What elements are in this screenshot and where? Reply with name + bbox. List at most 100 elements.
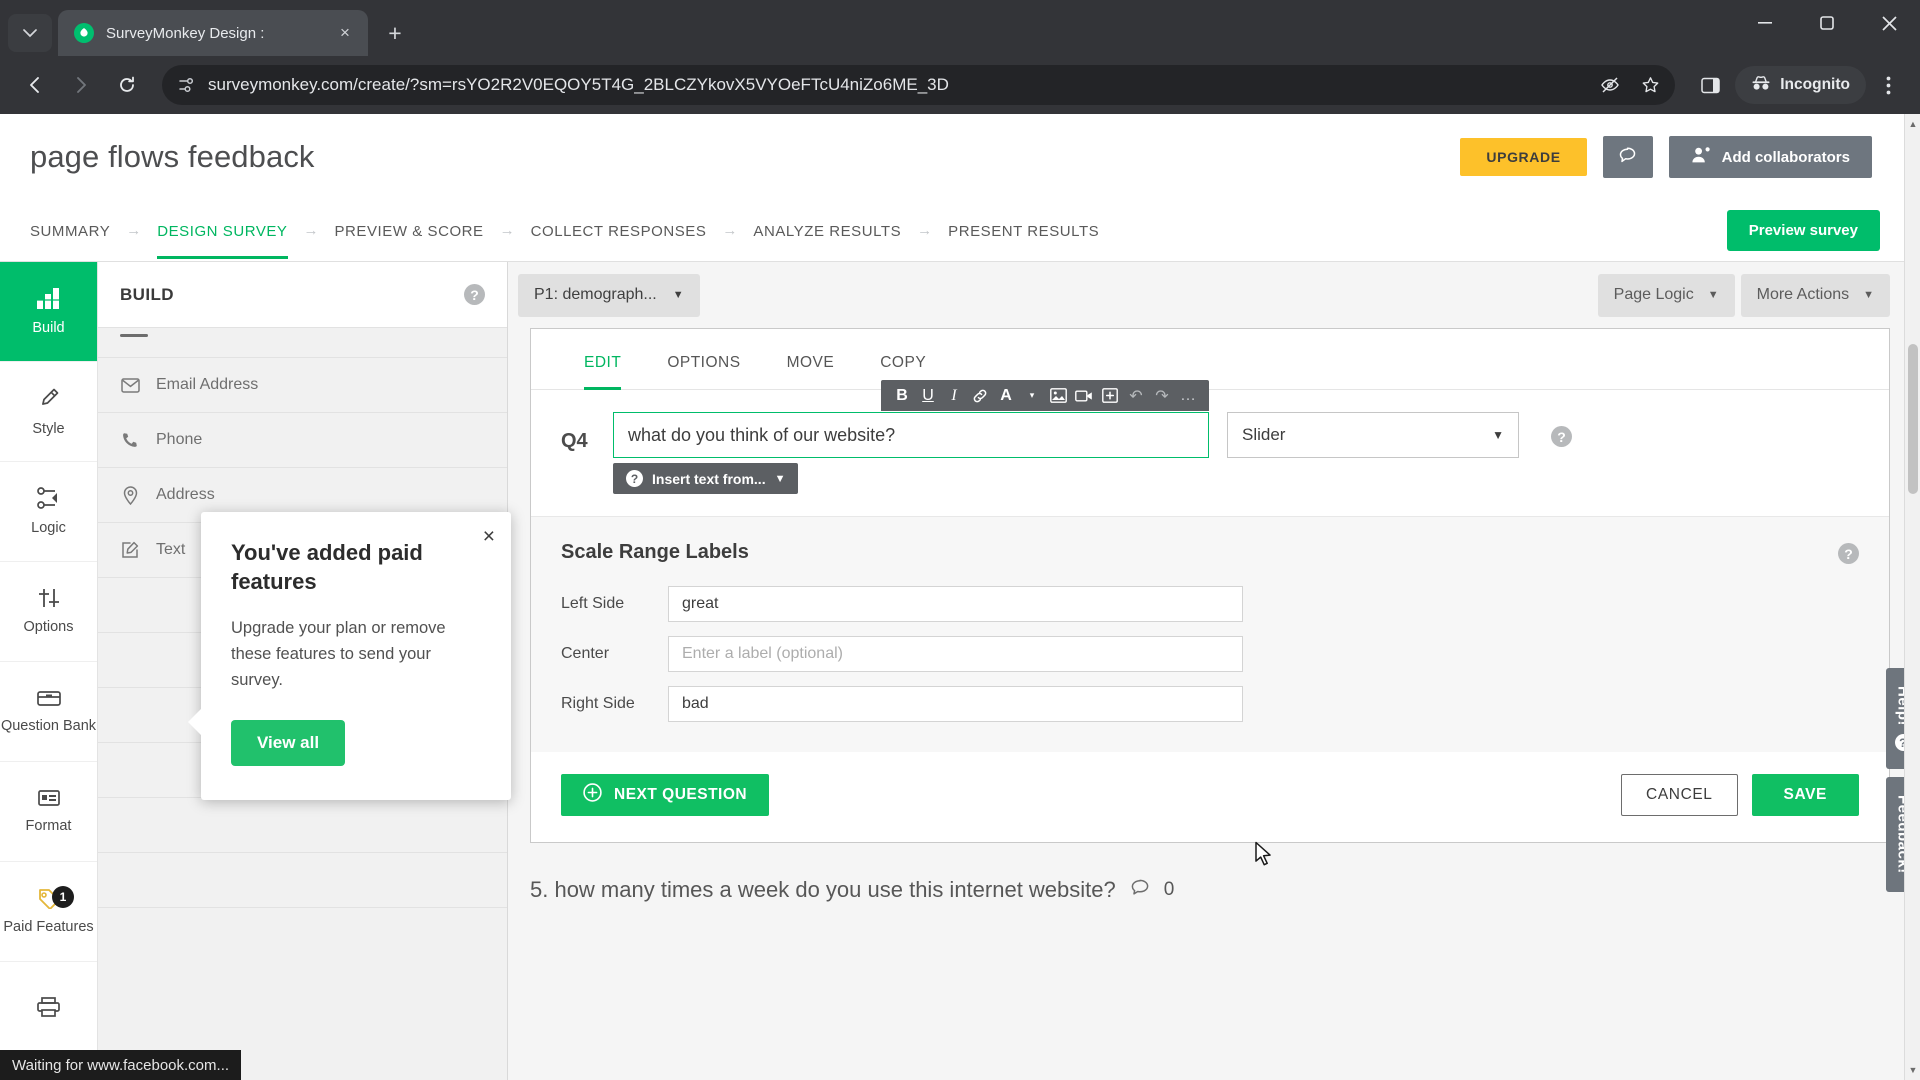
close-window-icon[interactable] — [1858, 0, 1920, 46]
close-icon[interactable]: × — [483, 526, 495, 547]
question-input-wrapper: B U I A ▾ ↶ ↷ … what do you think of our… — [613, 380, 1209, 494]
minimize-icon[interactable] — [1734, 0, 1796, 46]
reload-icon[interactable] — [106, 64, 148, 106]
insert-image-icon[interactable] — [1045, 382, 1071, 410]
help-icon: ? — [626, 470, 643, 487]
sliders-icon — [36, 587, 62, 613]
bold-icon[interactable]: B — [889, 382, 915, 410]
more-actions-dropdown[interactable]: More Actions ▼ — [1740, 273, 1890, 317]
scale-input-right[interactable] — [668, 686, 1243, 722]
tab-title: SurveyMonkey Design : — [106, 24, 265, 42]
tab-edit[interactable]: EDIT — [561, 329, 644, 390]
link-icon[interactable] — [967, 382, 993, 410]
bookmark-star-icon[interactable] — [1633, 68, 1667, 102]
incognito-indicator[interactable]: Incognito — [1735, 66, 1866, 104]
new-tab-button[interactable]: + — [378, 16, 412, 50]
undo-icon[interactable]: ↶ — [1123, 382, 1149, 410]
sidebar-label-build: Build — [32, 320, 65, 337]
question-type-row[interactable] — [98, 853, 507, 908]
site-settings-icon[interactable] — [178, 76, 196, 94]
font-color-icon[interactable]: A — [993, 382, 1019, 410]
nav-arrow-icon: → — [917, 222, 933, 239]
sidebar-item-build[interactable]: Build — [0, 262, 97, 362]
insert-video-icon[interactable] — [1071, 382, 1097, 410]
page-logic-dropdown[interactable]: Page Logic ▼ — [1597, 273, 1735, 317]
question-text-input[interactable] — [613, 412, 1209, 458]
more-options-icon[interactable]: … — [1175, 382, 1201, 410]
scale-help-icon[interactable]: ? — [1838, 543, 1859, 564]
scale-input-left[interactable] — [668, 586, 1243, 622]
underline-icon[interactable]: U — [915, 382, 941, 410]
nav-step-analyze-results[interactable]: ANALYZE RESULTS — [753, 203, 901, 259]
page-toolbar-actions: Page Logic ▼ More Actions ▼ — [1597, 273, 1890, 317]
maximize-icon[interactable] — [1796, 0, 1858, 46]
more-actions-label: More Actions — [1756, 286, 1850, 303]
sidebar-label-style: Style — [32, 420, 65, 437]
page-title[interactable]: page flows feedback — [30, 139, 315, 175]
scroll-up-icon[interactable]: ▲ — [1905, 116, 1920, 132]
tab-options[interactable]: OPTIONS — [644, 329, 763, 389]
address-bar[interactable]: surveymonkey.com/create/?sm=rsYO2R2V0EQO… — [162, 65, 1676, 105]
scrollbar-thumb[interactable] — [1908, 344, 1918, 494]
question-type-email-address[interactable]: Email Address — [98, 358, 507, 413]
nav-step-preview-score[interactable]: PREVIEW & SCORE — [335, 203, 484, 259]
question-type-help-icon[interactable]: ? — [1551, 426, 1572, 447]
chevron-down-icon: ▼ — [1863, 289, 1874, 301]
nav-arrow-icon: → — [499, 222, 515, 239]
question-type-phone[interactable]: Phone — [98, 413, 507, 468]
next-question-button[interactable]: NEXT QUESTION — [561, 774, 770, 816]
question-type-label: Text — [156, 541, 186, 558]
location-pin-icon — [120, 485, 140, 505]
back-icon[interactable] — [14, 64, 56, 106]
browser-menu-icon[interactable] — [1870, 67, 1906, 103]
tab-search-button[interactable] — [8, 14, 52, 52]
sidebar-item-style[interactable]: Style — [0, 362, 97, 462]
cancel-button[interactable]: CANCEL — [1621, 774, 1738, 816]
view-all-button[interactable]: View all — [231, 719, 346, 766]
nav-step-summary[interactable]: SUMMARY — [30, 203, 110, 259]
question-type-row[interactable] — [98, 798, 507, 853]
comment-bubble-icon[interactable] — [1130, 878, 1150, 902]
sidebar-item-paid-features[interactable]: 1 Paid Features — [0, 862, 97, 962]
sidebar-item-format[interactable]: Format — [0, 762, 97, 862]
sidebar-item-question-bank[interactable]: Question Bank — [0, 662, 97, 762]
side-panel-icon[interactable] — [1689, 64, 1731, 106]
page-selector[interactable]: P1: demograph... ▼ — [518, 273, 700, 317]
nav-step-design-survey[interactable]: DESIGN SURVEY — [157, 203, 288, 259]
insert-text-from-button[interactable]: ? Insert text from... ▼ — [613, 463, 799, 494]
insert-media-icon[interactable] — [1097, 382, 1123, 410]
page-logic-label: Page Logic — [1613, 286, 1694, 303]
italic-icon[interactable]: I — [941, 382, 967, 410]
question-type-dropdown[interactable]: Slider ▼ — [1227, 412, 1519, 458]
upgrade-button[interactable]: UPGRADE — [1460, 138, 1587, 176]
url-text: surveymonkey.com/create/?sm=rsYO2R2V0EQO… — [208, 75, 949, 94]
save-button[interactable]: SAVE — [1751, 774, 1859, 816]
font-color-caret-icon[interactable]: ▾ — [1019, 382, 1045, 410]
nav-arrow-icon: → — [722, 222, 738, 239]
question-type-partial-row[interactable] — [98, 334, 507, 358]
sidebar-item-logic[interactable]: Logic — [0, 462, 97, 562]
question-type-label: Phone — [156, 431, 203, 448]
sidebar-label-question-bank: Question Bank — [0, 718, 97, 735]
scroll-down-icon[interactable]: ▼ — [1905, 1062, 1920, 1078]
forward-icon[interactable] — [60, 64, 102, 106]
sidebar-label-logic: Logic — [31, 520, 66, 537]
nav-step-present-results[interactable]: PRESENT RESULTS — [948, 203, 1099, 259]
page-scrollbar[interactable]: ▲ ▼ — [1904, 114, 1920, 1080]
sidebar-item-options[interactable]: Options — [0, 562, 97, 662]
add-collaborators-button[interactable]: Add collaborators — [1668, 136, 1872, 178]
browser-tab[interactable]: SurveyMonkey Design : × — [58, 10, 368, 56]
redo-icon[interactable]: ↷ — [1149, 382, 1175, 410]
help-icon[interactable]: ? — [464, 284, 485, 305]
comment-button[interactable] — [1602, 136, 1653, 178]
sidebar-item-print[interactable] — [0, 962, 97, 1062]
build-panel-header: BUILD ? — [98, 262, 507, 328]
nav-step-collect-responses[interactable]: COLLECT RESPONSES — [531, 203, 707, 259]
next-question-preview[interactable]: 5. how many times a week do you use this… — [530, 877, 1890, 903]
scale-label-left: Left Side — [561, 595, 625, 612]
preview-survey-button[interactable]: Preview survey — [1726, 210, 1880, 251]
hide-password-icon[interactable] — [1593, 68, 1627, 102]
close-icon[interactable]: × — [332, 20, 358, 46]
scale-input-center[interactable] — [668, 636, 1243, 672]
tab-move[interactable]: MOVE — [764, 329, 858, 389]
